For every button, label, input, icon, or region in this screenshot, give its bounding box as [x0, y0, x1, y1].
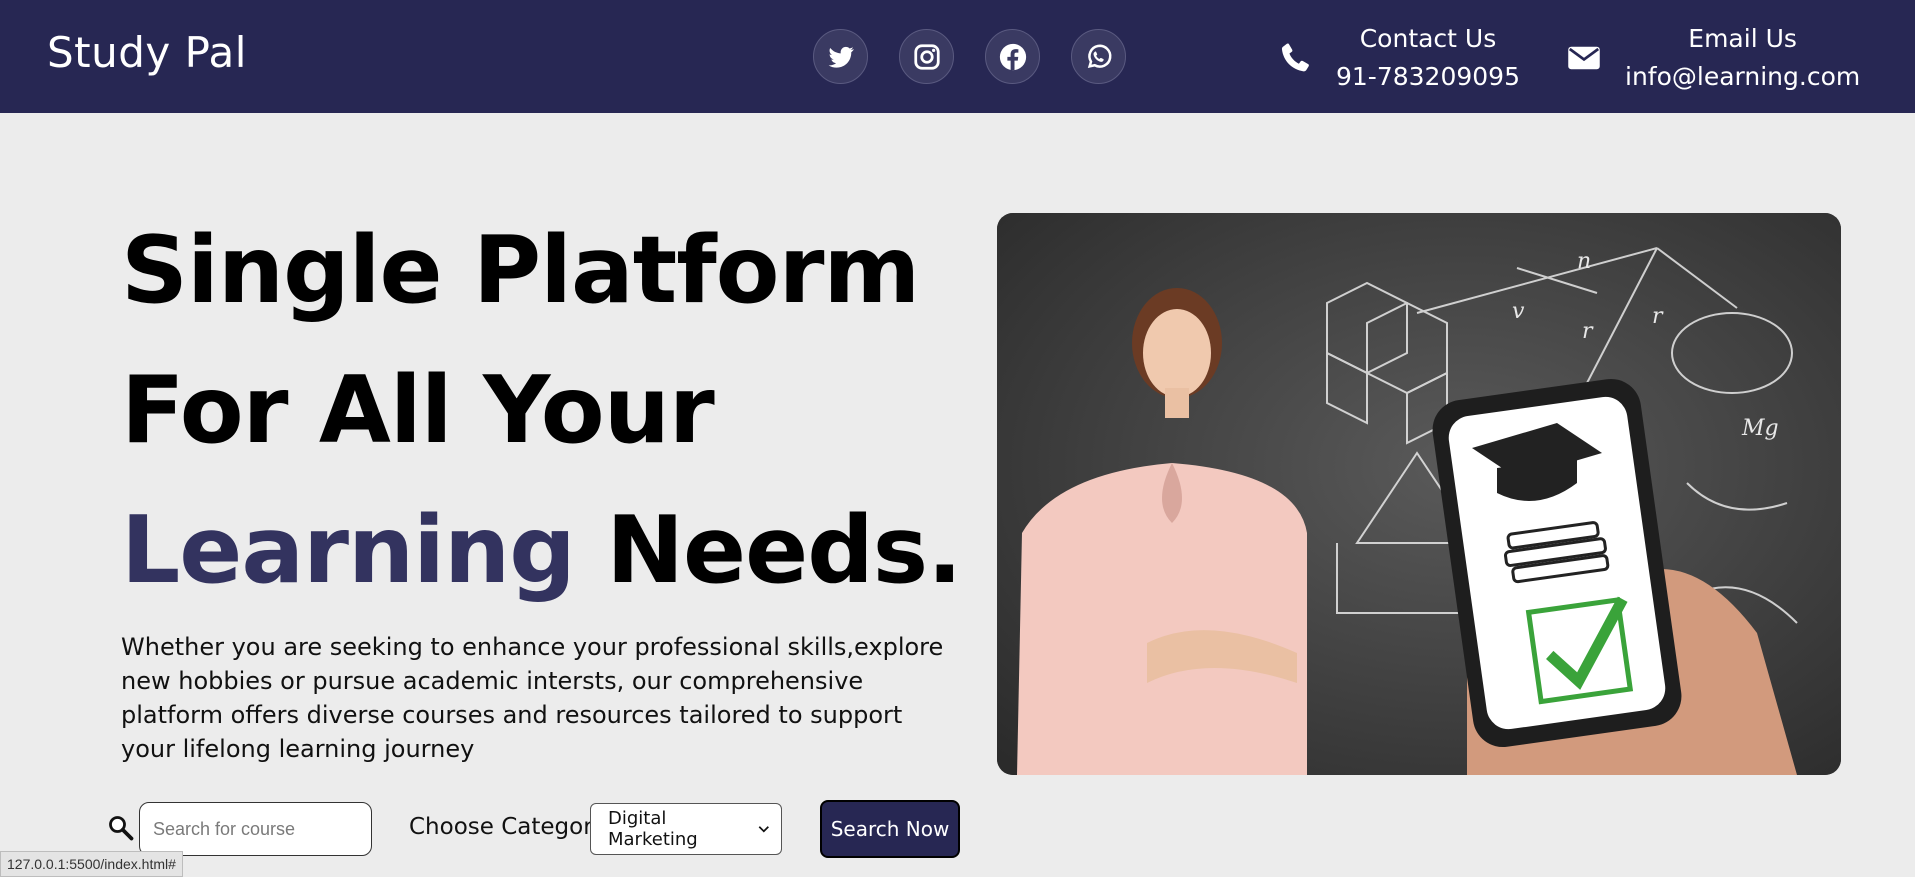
search-now-button[interactable]: Search Now	[820, 800, 960, 858]
facebook-icon	[999, 43, 1026, 70]
headline-line-3: Learning Needs.	[121, 480, 962, 620]
hero-illustration: n v r r Mg	[997, 213, 1841, 775]
envelope-icon	[1568, 46, 1600, 70]
instagram-link[interactable]	[899, 29, 954, 84]
email-us: Email Us info@learning.com	[1566, 20, 1860, 96]
brand-logo[interactable]: Study Pal	[47, 28, 247, 77]
contact-label: Contact Us	[1359, 24, 1497, 53]
svg-text:v: v	[1512, 299, 1525, 324]
status-bar-url: 127.0.0.1:5500/index.html#	[0, 851, 183, 877]
twitter-icon	[828, 46, 854, 68]
contact-us: Contact Us 91-783209095	[1277, 20, 1520, 96]
phone-icon	[1281, 43, 1309, 72]
site-header: Study Pal Contact Us 91-783209095 Email …	[0, 0, 1915, 113]
email-label: Email Us	[1688, 24, 1797, 53]
headline-end: Needs.	[574, 496, 962, 604]
headline-line-1: Single Platform	[121, 216, 920, 324]
contact-phone[interactable]: 91-783209095	[1336, 58, 1520, 96]
chevron-down-icon	[759, 826, 770, 833]
hero-image: n v r r Mg	[997, 213, 1841, 775]
svg-text:n: n	[1577, 249, 1591, 274]
svg-text:r: r	[1582, 319, 1594, 344]
whatsapp-link[interactable]	[1071, 29, 1126, 84]
twitter-link[interactable]	[813, 29, 868, 84]
social-links	[813, 29, 1126, 84]
facebook-link[interactable]	[985, 29, 1040, 84]
headline-accent: Learning	[121, 496, 576, 604]
email-address[interactable]: info@learning.com	[1625, 58, 1860, 96]
instagram-icon	[913, 43, 940, 70]
category-label: Choose Category	[409, 814, 607, 840]
category-select[interactable]: Digital Marketing	[590, 803, 782, 855]
svg-text:r: r	[1652, 304, 1664, 329]
hero-headline: Single Platform For All Your Learning Ne…	[121, 200, 962, 620]
headline-line-2: For All Your	[121, 356, 715, 464]
whatsapp-icon	[1087, 44, 1111, 68]
course-search-input[interactable]	[139, 802, 372, 856]
hero-description: Whether you are seeking to enhance your …	[121, 633, 944, 763]
svg-text:Mg: Mg	[1741, 416, 1779, 441]
category-selected-value: Digital Marketing	[608, 808, 698, 850]
search-icon	[109, 816, 134, 841]
